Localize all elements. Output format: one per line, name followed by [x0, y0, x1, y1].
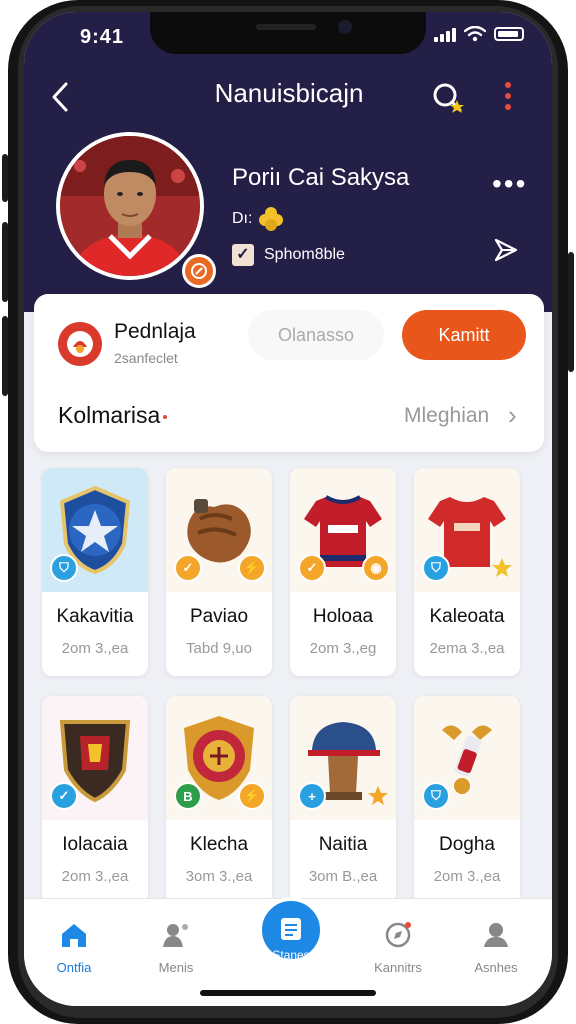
item-meta: 3om 3.,ea [185, 868, 253, 885]
status-icons [434, 26, 524, 42]
star-icon [492, 558, 512, 577]
secondary-button[interactable]: Olanasso [248, 310, 384, 360]
clipboard-icon [281, 918, 301, 940]
player-photo [60, 136, 200, 276]
menu-button[interactable] [502, 82, 514, 114]
item-card[interactable]: ⛉ Dogha 2om 3.,ea [414, 696, 520, 904]
check-badge-icon: ✓ [50, 782, 78, 810]
team-badge-icon [182, 254, 216, 288]
compass-icon [385, 922, 411, 948]
tab-asnhes[interactable]: Asnhes [456, 921, 536, 975]
shield-badge-icon: ⛉ [422, 554, 450, 582]
screen: 9:41 Nanuisbicajn Poriı Cai Sakysa Dı: ✓… [24, 12, 552, 1006]
home-icon [62, 924, 86, 947]
earpiece [256, 24, 316, 30]
profile-check-label: Sphom8ble [264, 246, 345, 263]
power-button [568, 252, 574, 372]
item-meta: 2ema 3.,ea [429, 640, 505, 657]
item-name: Dogha [439, 834, 495, 855]
clover-icon [259, 207, 284, 231]
tab-label: Asnhes [474, 960, 518, 975]
tab-stanes[interactable]: Stanes [258, 897, 324, 963]
team-logo-icon [58, 322, 102, 366]
star-icon [368, 786, 388, 805]
bolt-badge-icon: ⚡ [238, 782, 266, 810]
tab-kannitrs[interactable]: Kannitrs [358, 921, 438, 975]
signal-icon [434, 26, 456, 42]
item-name: Kaleoata [429, 606, 505, 627]
back-button[interactable] [48, 80, 80, 116]
item-meta: 2om 3.,ea [433, 868, 501, 885]
section-link[interactable]: Mleghian [404, 404, 489, 428]
front-camera [338, 20, 352, 34]
item-name: Klecha [189, 834, 249, 855]
item-meta: Tabd 9,uo [186, 640, 252, 657]
bolt-badge-icon: ⚡ [238, 554, 266, 582]
volume-up-button [2, 222, 8, 302]
item-meta: 2om 3.,eg [309, 640, 377, 657]
item-name: Iolacaia [62, 834, 128, 855]
tab-label: Ontfia [56, 960, 92, 975]
plus-badge-icon: + [298, 782, 326, 810]
battery-icon [494, 27, 524, 41]
item-card[interactable]: ⛉ Kaleoata 2ema 3.,ea [414, 468, 520, 676]
tab-home[interactable]: Ontfia [34, 921, 114, 975]
search-button[interactable] [430, 80, 470, 120]
tab-label: Stanes [272, 948, 310, 962]
avatar[interactable] [56, 132, 204, 280]
profile-verified-row[interactable]: ✓ Sphom8ble [232, 244, 345, 266]
chevron-right-icon[interactable]: › [508, 400, 517, 431]
mute-switch [2, 154, 8, 202]
chevron-left-icon [52, 82, 68, 112]
item-meta: 2om 3.,ea [61, 640, 129, 657]
share-icon [494, 238, 518, 262]
item-name: Naitia [318, 834, 368, 855]
profile-subtitle: Dı: [232, 206, 284, 232]
shield-badge-icon: ⛉ [422, 782, 450, 810]
status-time: 9:41 [80, 26, 125, 48]
page-title: Nanuisbicajn [214, 78, 364, 108]
user-icon [484, 923, 508, 947]
primary-button[interactable]: Kamitt [402, 310, 526, 360]
check-badge-icon: ✓ [174, 554, 202, 582]
item-card[interactable]: ⛉ Kakavitia 2om 3.,ea [42, 468, 148, 676]
item-card[interactable]: ✓ ⚡ Paviao Tabd 9,uo [166, 468, 272, 676]
badge-icon: B [174, 782, 202, 810]
team-name: Pednlaja [114, 320, 196, 343]
item-card[interactable]: B ⚡ Klecha 3om 3.,ea [166, 696, 272, 904]
notch [150, 12, 426, 54]
profile-sub-text: Dı: [232, 210, 253, 227]
wifi-icon [464, 26, 486, 42]
section-title: Kolmarisa [58, 402, 168, 429]
item-card[interactable]: ✓ Iolacaia 2om 3.,ea [42, 696, 148, 904]
people-icon [163, 924, 188, 947]
share-button[interactable] [490, 234, 522, 266]
dot-icon [163, 414, 168, 419]
team-subtitle: 2sanfeclet [114, 350, 178, 366]
menu-dot-icon [505, 104, 511, 110]
menu-dot-icon [505, 93, 511, 99]
item-meta: 3om B.,ea [308, 868, 378, 885]
menu-dot-icon [505, 82, 511, 88]
home-indicator[interactable] [200, 990, 376, 996]
check-badge-icon: ✓ [298, 554, 326, 582]
volume-down-button [2, 316, 8, 396]
tab-menis[interactable]: Menis [136, 921, 216, 975]
shield-badge-icon: ⛉ [50, 554, 78, 582]
team-card: Pednlaja 2sanfeclet Olanasso Kamitt Kolm… [34, 294, 544, 452]
item-name: Paviao [189, 606, 249, 627]
tab-label: Menis [158, 960, 194, 975]
item-name: Kakavitia [56, 606, 134, 627]
more-button[interactable]: ••• [492, 168, 527, 200]
item-card[interactable]: ✓ ◉ Holoaa 2om 3.,eg [290, 468, 396, 676]
team-badge-icon: ◉ [362, 554, 390, 582]
item-name: Holoaa [312, 606, 374, 627]
search-icon [433, 83, 464, 113]
profile-name: Poriı Cai Sakysa [232, 164, 410, 191]
item-card[interactable]: + Naitia 3om B.,ea [290, 696, 396, 904]
checkbox-icon[interactable]: ✓ [232, 244, 254, 266]
item-meta: 2om 3.,ea [61, 868, 129, 885]
section-title-text: Kolmarisa [58, 402, 161, 428]
tab-label: Kannitrs [374, 960, 422, 975]
